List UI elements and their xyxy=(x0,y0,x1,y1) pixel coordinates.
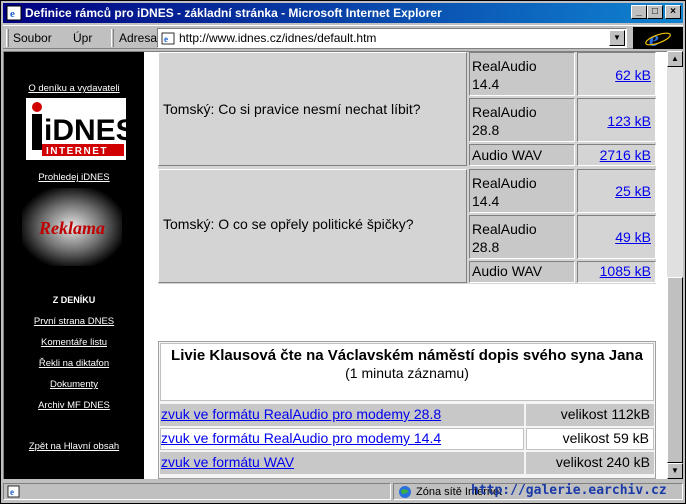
svg-text:iDNES: iDNES xyxy=(44,114,126,147)
size-cell: 1085 kB xyxy=(577,261,656,283)
size-cell: 62 kB xyxy=(577,52,656,96)
main-frame: Tomský: Co si pravice nesmí nechat líbit… xyxy=(144,52,667,479)
klausova-header-cell: Livie Klausová čte na Václavském náměstí… xyxy=(160,343,654,401)
close-button[interactable]: × xyxy=(665,5,681,19)
svg-text:INTERNET: INTERNET xyxy=(46,146,108,157)
audio-size-link[interactable]: 49 kB xyxy=(615,229,651,245)
download-link-cell: zvuk ve formátu WAV xyxy=(160,452,524,474)
audio-block-title-cell: Tomský: O co se opřely politické špičky? xyxy=(158,169,467,283)
back-to-main-link[interactable]: Zpět na Hlavní obsah xyxy=(4,441,144,452)
svg-text:e: e xyxy=(10,8,15,20)
audio-size-link[interactable]: 2716 kB xyxy=(600,147,651,163)
scrollbar-thumb[interactable] xyxy=(667,277,683,463)
page-icon: e xyxy=(161,32,175,45)
ie-logo-icon: e xyxy=(633,26,683,51)
page-icon: e xyxy=(7,485,20,498)
download-size-cell: velikost 59 kB xyxy=(526,428,654,450)
minimize-button[interactable]: _ xyxy=(631,5,647,19)
format-label: Audio WAV xyxy=(472,147,543,163)
size-cell: 49 kB xyxy=(577,215,656,259)
svg-text:e: e xyxy=(10,487,14,497)
format-label: Audio WAV xyxy=(472,263,543,279)
format-cell: Audio WAV xyxy=(469,261,575,283)
format-label: RealAudio 14.4 xyxy=(472,175,537,209)
format-label: RealAudio 28.8 xyxy=(472,104,537,138)
about-link[interactable]: O deníku a vydavateli xyxy=(4,83,144,94)
nav-item-archiv[interactable]: Archiv MF DNES xyxy=(4,400,144,411)
size-cell: 2716 kB xyxy=(577,144,656,166)
title-bar[interactable]: e Definice rámců pro iDNES - základní st… xyxy=(3,3,683,23)
download-size: velikost 59 kB xyxy=(562,430,649,446)
scroll-down-icon[interactable]: ▼ xyxy=(667,463,683,479)
vertical-scrollbar[interactable]: ▲ ▼ xyxy=(667,51,683,479)
address-field[interactable]: e http://www.idnes.cz/idnes/default.htm … xyxy=(157,28,627,48)
download-size-cell: velikost 112kB xyxy=(526,404,654,426)
download-size-cell: velikost 240 kB xyxy=(526,452,654,474)
watermark-url: http://galerie.earchiv.cz xyxy=(471,483,667,498)
format-cell: RealAudio 28.8 xyxy=(469,215,575,259)
download-link-cell: zvuk ve formátu RealAudio pro modemy 14.… xyxy=(160,428,524,450)
advertisement-banner[interactable]: Reklama xyxy=(22,188,122,266)
audio-size-link[interactable]: 25 kB xyxy=(615,183,651,199)
audio-block-title-cell: Tomský: Co si pravice nesmí nechat líbit… xyxy=(158,52,467,166)
menu-soubor[interactable]: Soubor xyxy=(13,31,52,45)
maximize-button[interactable]: □ xyxy=(647,5,663,19)
idnes-logo[interactable]: iDNES INTERNET xyxy=(26,98,136,160)
klausova-subtitle: (1 minuta záznamu) xyxy=(345,365,469,381)
nav-item-rekli-na-diktafon[interactable]: Řekli na diktafon xyxy=(4,358,144,369)
nav-item-prvni-strana[interactable]: První strana DNES xyxy=(4,316,144,327)
address-label: Adresa xyxy=(119,31,158,45)
toolbar-grip[interactable] xyxy=(111,29,114,47)
format-cell: RealAudio 28.8 xyxy=(469,98,575,142)
browser-window: e Definice rámců pro iDNES - základní st… xyxy=(0,0,686,504)
nav-item-komentare[interactable]: Komentáře listu xyxy=(4,337,144,348)
download-wav-link[interactable]: zvuk ve formátu WAV xyxy=(161,454,294,470)
window-title: Definice rámců pro iDNES - základní strá… xyxy=(25,6,442,20)
status-panel-main: e xyxy=(3,483,391,500)
address-url[interactable]: http://www.idnes.cz/idnes/default.htm xyxy=(179,31,376,45)
download-realaudio-14-link[interactable]: zvuk ve formátu RealAudio pro modemy 14.… xyxy=(161,430,441,446)
size-cell: 123 kB xyxy=(577,98,656,142)
size-cell: 25 kB xyxy=(577,169,656,213)
svg-text:e: e xyxy=(164,34,168,44)
toolbar: Soubor Úpr Adresa e http://www.idnes.cz/… xyxy=(3,25,683,51)
scroll-up-icon[interactable]: ▲ xyxy=(667,51,683,67)
format-label: RealAudio 14.4 xyxy=(472,58,537,92)
format-cell: Audio WAV xyxy=(469,144,575,166)
audio-block-title: Tomský: Co si pravice nesmí nechat líbit… xyxy=(163,101,421,117)
section-title: Z DENÍKU xyxy=(52,295,96,305)
address-dropdown-icon[interactable]: ▼ xyxy=(609,30,625,46)
browse-idnes-link[interactable]: Prohledej iDNES xyxy=(4,172,144,183)
format-label: RealAudio 28.8 xyxy=(472,221,537,255)
klausova-title: Livie Klausová čte na Václavském náměstí… xyxy=(171,347,643,364)
download-size: velikost 240 kB xyxy=(555,454,650,470)
audio-size-link[interactable]: 62 kB xyxy=(615,67,651,83)
download-size: velikost 112kB xyxy=(560,406,650,422)
format-cell: RealAudio 14.4 xyxy=(469,169,575,213)
audio-size-link[interactable]: 123 kB xyxy=(607,113,651,129)
globe-icon xyxy=(399,486,411,498)
nav-item-dokumenty[interactable]: Dokumenty xyxy=(4,379,144,390)
menu-upravy[interactable]: Úpr xyxy=(73,31,92,45)
download-realaudio-28-link[interactable]: zvuk ve formátu RealAudio pro modemy 28.… xyxy=(161,406,441,422)
ie-page-icon: e xyxy=(6,5,22,21)
format-cell: RealAudio 14.4 xyxy=(469,52,575,96)
download-link-cell: zvuk ve formátu RealAudio pro modemy 28.… xyxy=(160,404,524,426)
left-navigation-frame: O deníku a vydavateli iDNES INTERNET Pro… xyxy=(4,52,144,479)
content-area: O deníku a vydavateli iDNES INTERNET Pro… xyxy=(3,51,667,479)
audio-size-link[interactable]: 1085 kB xyxy=(600,263,651,279)
audio-block-title: Tomský: O co se opřely politické špičky? xyxy=(163,216,414,232)
svg-text:Reklama: Reklama xyxy=(38,218,105,238)
toolbar-grip[interactable] xyxy=(6,29,9,47)
